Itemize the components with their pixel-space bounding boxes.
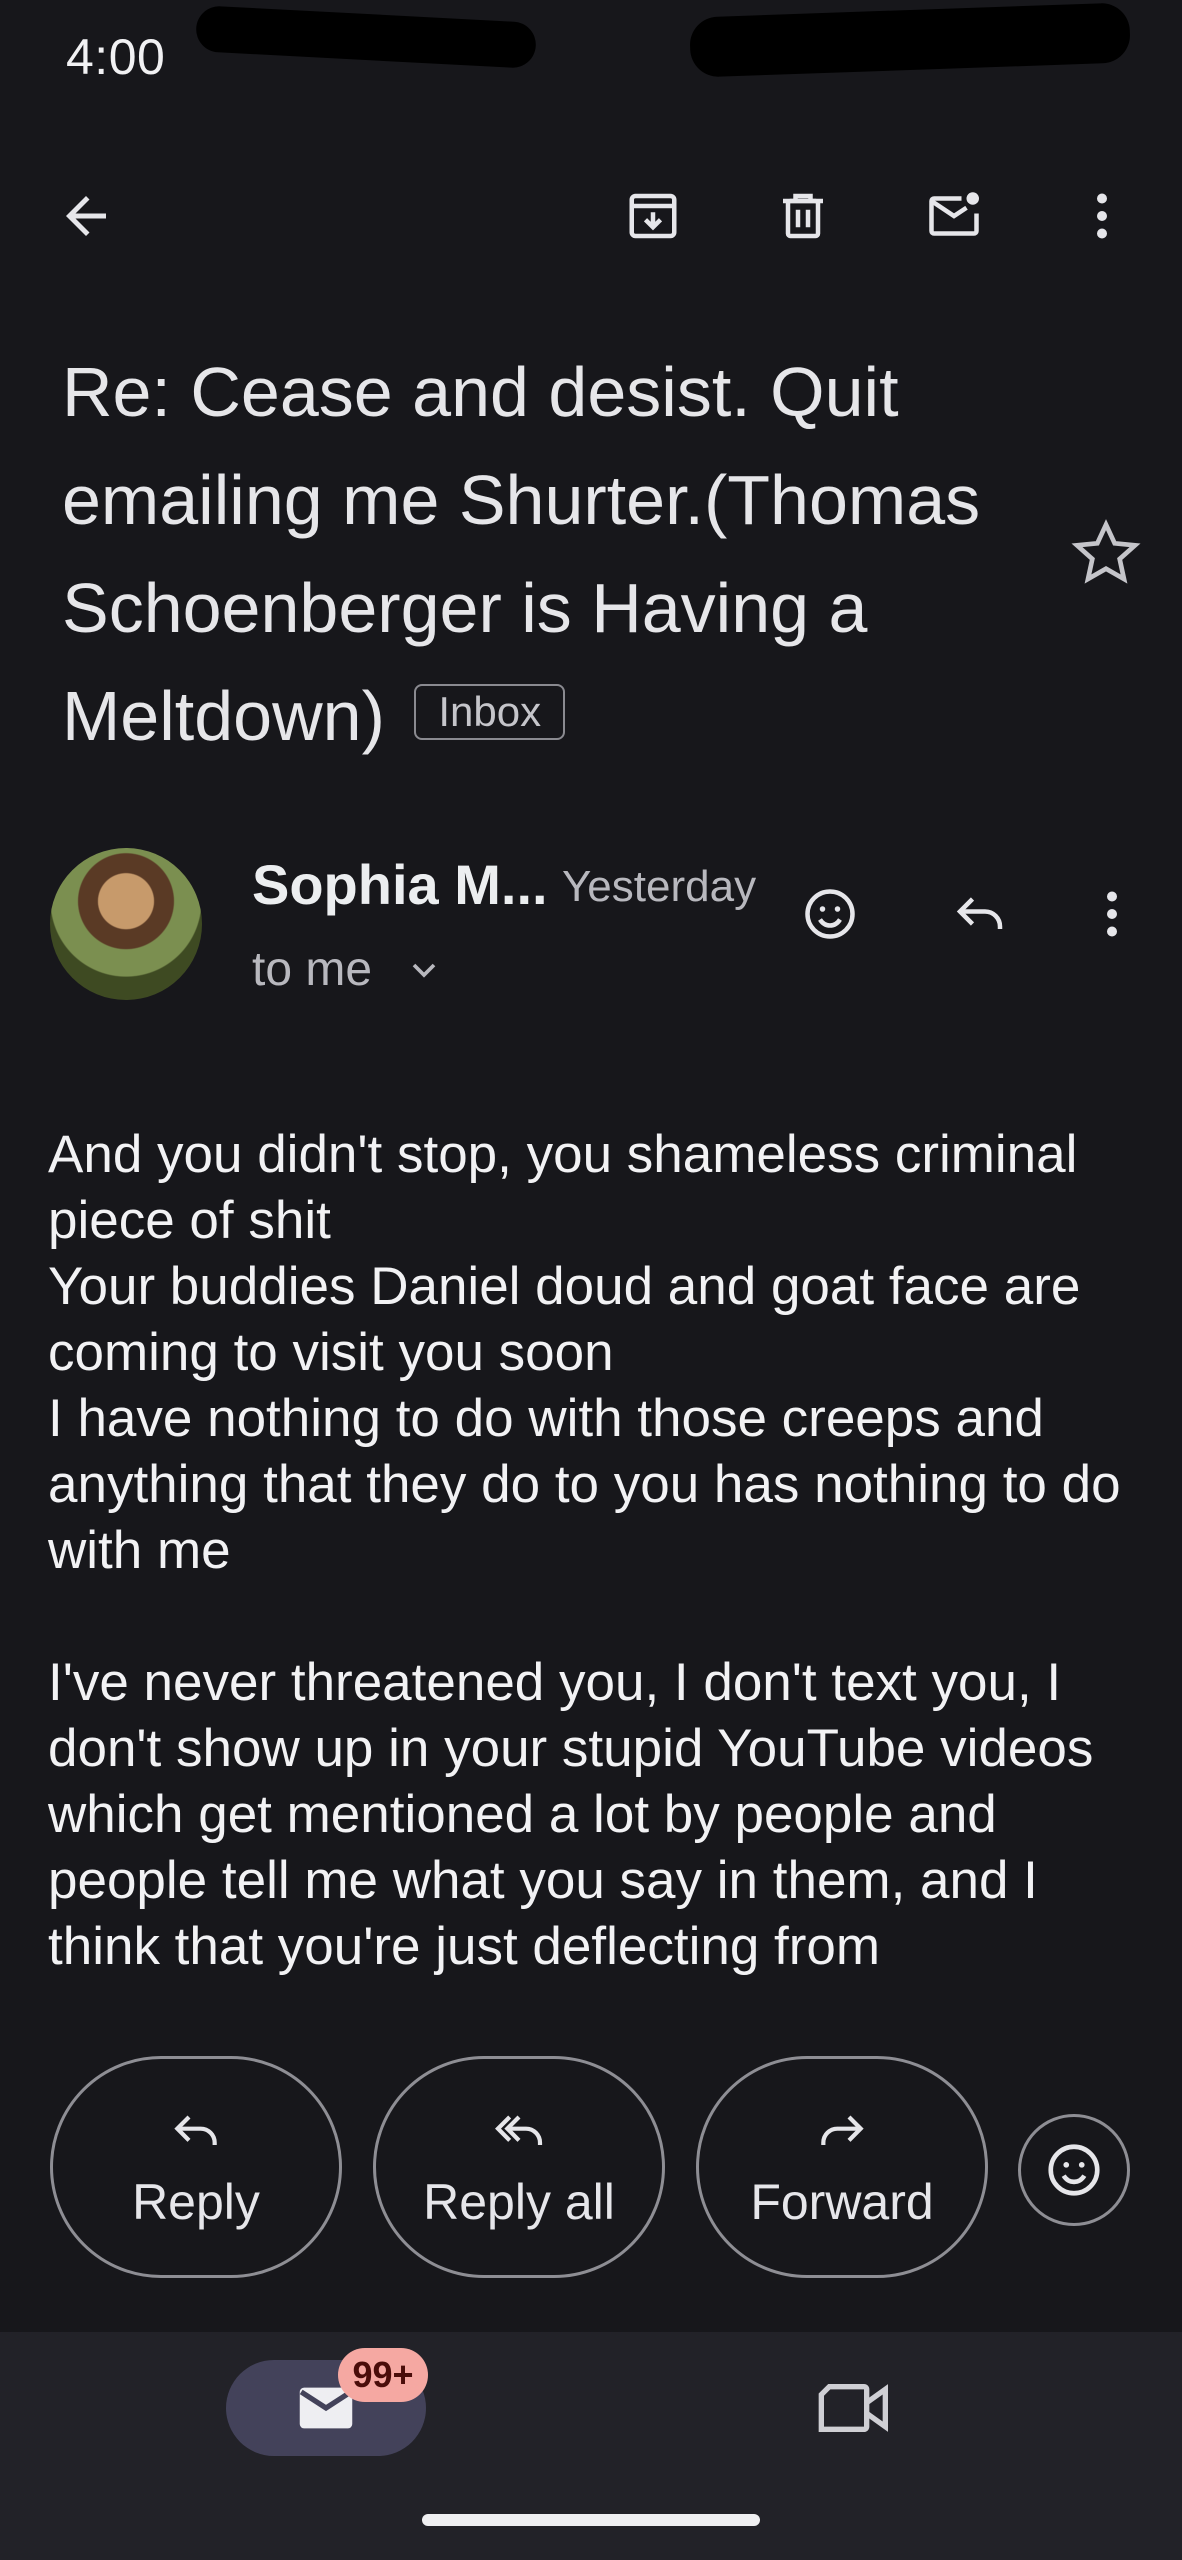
email-body: And you didn't stop, you shameless crimi…: [48, 1125, 1121, 1976]
forward-button[interactable]: Forward: [696, 2056, 988, 2278]
archive-button[interactable]: [605, 168, 701, 264]
reply-all-button[interactable]: Reply all: [373, 2056, 665, 2278]
add-reaction-button[interactable]: [1018, 2114, 1130, 2226]
status-time: 4:00: [66, 29, 166, 85]
more-vert-icon: [1097, 193, 1107, 239]
reply-icon: [174, 2115, 217, 2145]
more-vert-icon: [1107, 891, 1117, 937]
reply-icon-button[interactable]: [932, 866, 1028, 962]
delete-button[interactable]: [755, 168, 851, 264]
reply-icon: [956, 897, 1003, 929]
body-clip: [0, 1980, 1182, 2060]
react-emoji-button[interactable]: [782, 866, 878, 962]
emoji-icon: [1048, 2144, 1100, 2196]
mark-unread-icon: [929, 192, 979, 236]
recipient-line[interactable]: to me: [252, 942, 372, 997]
email-date: Yesterday: [562, 862, 757, 911]
emoji-icon: [805, 889, 855, 939]
reply-button[interactable]: Reply: [50, 2056, 342, 2278]
reply-all-icon: [495, 2115, 543, 2145]
star-icon[interactable]: [1066, 514, 1146, 594]
video-meet-icon[interactable]: [816, 2376, 896, 2440]
home-gesture-bar[interactable]: [422, 2514, 760, 2526]
archive-icon: [629, 193, 677, 239]
delete-icon: [783, 193, 823, 239]
forward-icon: [821, 2115, 864, 2145]
sender-name[interactable]: Sophia M...: [252, 852, 548, 917]
reply-label: Reply: [132, 2174, 260, 2230]
chevron-down-icon[interactable]: [404, 950, 444, 990]
more-options-button[interactable]: [1054, 168, 1150, 264]
sender-avatar[interactable]: [50, 848, 202, 1000]
reply-all-label: Reply all: [423, 2174, 615, 2230]
back-arrow-icon: [66, 196, 106, 236]
unread-count-badge: 99+: [338, 2348, 428, 2402]
message-more-button[interactable]: [1064, 866, 1160, 962]
redacted-status-area: [195, 5, 537, 69]
inbox-label-chip[interactable]: Inbox: [414, 684, 566, 740]
forward-label: Forward: [750, 2174, 934, 2230]
redacted-status-area-right: [689, 2, 1131, 78]
back-button[interactable]: [38, 168, 134, 264]
mark-unread-button[interactable]: [906, 168, 1002, 264]
email-subject: Re: Cease and desist. Quit emailing me S…: [62, 338, 1042, 770]
